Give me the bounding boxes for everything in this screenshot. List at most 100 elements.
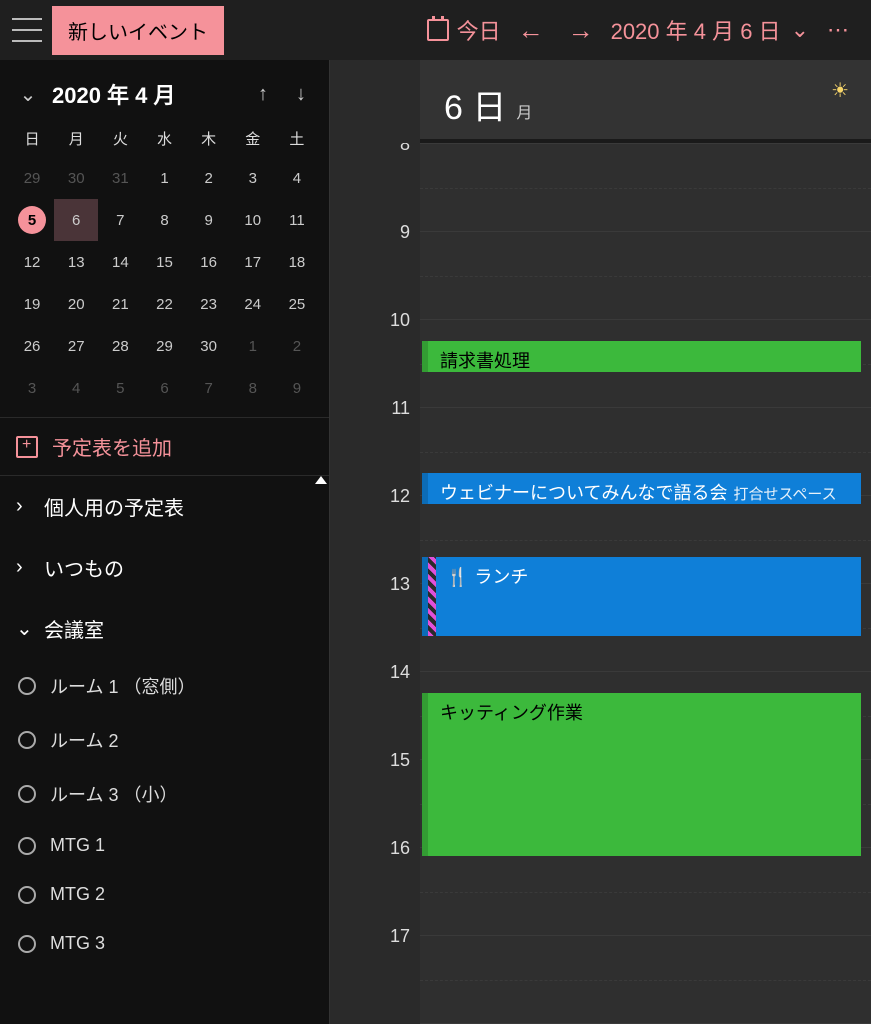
- dow-cell: 木: [187, 120, 231, 157]
- calendar-group-header[interactable]: ›個人用の予定表: [0, 476, 329, 537]
- hour-label: 12: [360, 486, 410, 507]
- dow-cell: 火: [98, 120, 142, 157]
- hour-label: 9: [360, 222, 410, 243]
- day-cell[interactable]: 14: [98, 241, 142, 283]
- day-cell[interactable]: 31: [98, 157, 142, 199]
- day-cell[interactable]: 11: [275, 199, 319, 241]
- day-cell[interactable]: 20: [54, 283, 98, 325]
- calendar-item-label: MTG 2: [50, 884, 105, 905]
- dow-cell: 日: [10, 120, 54, 157]
- next-month-button[interactable]: ↓: [287, 80, 315, 108]
- day-cell[interactable]: 30: [187, 325, 231, 367]
- day-cell[interactable]: 19: [10, 283, 54, 325]
- day-cell[interactable]: 18: [275, 241, 319, 283]
- hour-row[interactable]: 17: [420, 935, 871, 1023]
- calendar-item[interactable]: ルーム 3 （小）: [0, 767, 329, 821]
- day-cell[interactable]: 15: [142, 241, 186, 283]
- day-cell[interactable]: 3: [231, 157, 275, 199]
- calendar-item[interactable]: ルーム 1 （窓側）: [0, 659, 329, 713]
- date-display-dropdown[interactable]: 2020 年 4 月 6 日 ⌄: [611, 14, 809, 46]
- calendar-event[interactable]: ウェビナーについてみんなで語る会打合せスペースB(: [422, 473, 861, 504]
- add-calendar-button[interactable]: 予定表を追加: [0, 417, 329, 476]
- next-day-button[interactable]: →: [561, 10, 601, 50]
- day-cell[interactable]: 25: [275, 283, 319, 325]
- hour-label: 10: [360, 310, 410, 331]
- hour-label: 14: [360, 662, 410, 683]
- day-cell[interactable]: 16: [187, 241, 231, 283]
- calendar-item-label: MTG 1: [50, 835, 105, 856]
- calendar-color-circle: [18, 785, 36, 803]
- hour-label: 13: [360, 574, 410, 595]
- day-cell[interactable]: 23: [187, 283, 231, 325]
- fork-icon: 🍴: [446, 567, 468, 587]
- day-cell[interactable]: 4: [275, 157, 319, 199]
- day-cell[interactable]: 13: [54, 241, 98, 283]
- prev-day-button[interactable]: ←: [511, 10, 551, 50]
- day-cell[interactable]: 9: [187, 199, 231, 241]
- day-cell[interactable]: 2: [275, 325, 319, 367]
- day-cell[interactable]: 2: [187, 157, 231, 199]
- add-calendar-label: 予定表を追加: [52, 432, 172, 461]
- calendar-group-header[interactable]: ›いつもの: [0, 537, 329, 598]
- calendar-event[interactable]: 🍴ランチ: [422, 557, 861, 636]
- event-title: 請求書処理: [440, 351, 530, 371]
- calendar-color-circle: [18, 935, 36, 953]
- day-cell[interactable]: 6: [54, 199, 98, 241]
- month-title: 2020 年 4 月: [52, 78, 239, 110]
- day-cell[interactable]: 30: [54, 157, 98, 199]
- day-of-week: 月: [516, 99, 532, 123]
- day-cell[interactable]: 12: [10, 241, 54, 283]
- hour-row[interactable]: 9: [420, 231, 871, 319]
- calendar-color-circle: [18, 837, 36, 855]
- calendar-color-circle: [18, 677, 36, 695]
- day-cell[interactable]: 5: [10, 199, 54, 241]
- calendar-event[interactable]: 請求書処理: [422, 341, 861, 372]
- day-cell[interactable]: 22: [142, 283, 186, 325]
- day-cell[interactable]: 7: [187, 367, 231, 409]
- day-header: 6 日 月 ☀: [420, 60, 871, 143]
- day-cell[interactable]: 28: [98, 325, 142, 367]
- day-cell[interactable]: 10: [231, 199, 275, 241]
- time-grid[interactable]: 891011121314151617請求書処理ウェビナーについてみんなで語る会打…: [330, 143, 871, 1024]
- day-cell[interactable]: 17: [231, 241, 275, 283]
- day-cell[interactable]: 1: [231, 325, 275, 367]
- calendar-item-label: ルーム 1 （窓側）: [50, 673, 195, 699]
- dow-cell: 土: [275, 120, 319, 157]
- calendar-item[interactable]: MTG 2: [0, 870, 329, 919]
- calendar-item-label: ルーム 3 （小）: [50, 781, 177, 807]
- hour-label: 8: [360, 143, 410, 155]
- scroll-up-hint: [315, 476, 327, 484]
- calendar-item[interactable]: MTG 1: [0, 821, 329, 870]
- today-button[interactable]: 今日: [427, 14, 501, 46]
- day-cell[interactable]: 4: [54, 367, 98, 409]
- calendar-item[interactable]: MTG 3: [0, 919, 329, 968]
- day-cell[interactable]: 27: [54, 325, 98, 367]
- day-cell[interactable]: 21: [98, 283, 142, 325]
- new-event-button[interactable]: 新しいイベント: [52, 6, 224, 55]
- day-cell[interactable]: 1: [142, 157, 186, 199]
- calendar-group-header[interactable]: ⌄会議室: [0, 598, 329, 659]
- day-cell[interactable]: 9: [275, 367, 319, 409]
- day-cell[interactable]: 29: [142, 325, 186, 367]
- day-cell[interactable]: 26: [10, 325, 54, 367]
- day-cell[interactable]: 7: [98, 199, 142, 241]
- chevron-down-icon: ⌄: [791, 17, 809, 43]
- calendar-event[interactable]: キッティング作業: [422, 693, 861, 856]
- today-label: 今日: [457, 14, 501, 46]
- prev-month-button[interactable]: ↑: [249, 80, 277, 108]
- day-cell[interactable]: 24: [231, 283, 275, 325]
- hour-label: 11: [360, 398, 410, 419]
- day-cell[interactable]: 8: [142, 199, 186, 241]
- day-cell[interactable]: 6: [142, 367, 186, 409]
- hour-row[interactable]: 16: [420, 847, 871, 935]
- month-chevron-down[interactable]: ⌄: [14, 80, 42, 108]
- hour-row[interactable]: 8: [420, 143, 871, 231]
- day-cell[interactable]: 5: [98, 367, 142, 409]
- day-cell[interactable]: 3: [10, 367, 54, 409]
- hamburger-menu[interactable]: [12, 18, 42, 42]
- day-cell[interactable]: 8: [231, 367, 275, 409]
- more-menu-button[interactable]: ⋯: [819, 17, 859, 43]
- calendar-item[interactable]: ルーム 2: [0, 713, 329, 767]
- dow-cell: 水: [142, 120, 186, 157]
- day-cell[interactable]: 29: [10, 157, 54, 199]
